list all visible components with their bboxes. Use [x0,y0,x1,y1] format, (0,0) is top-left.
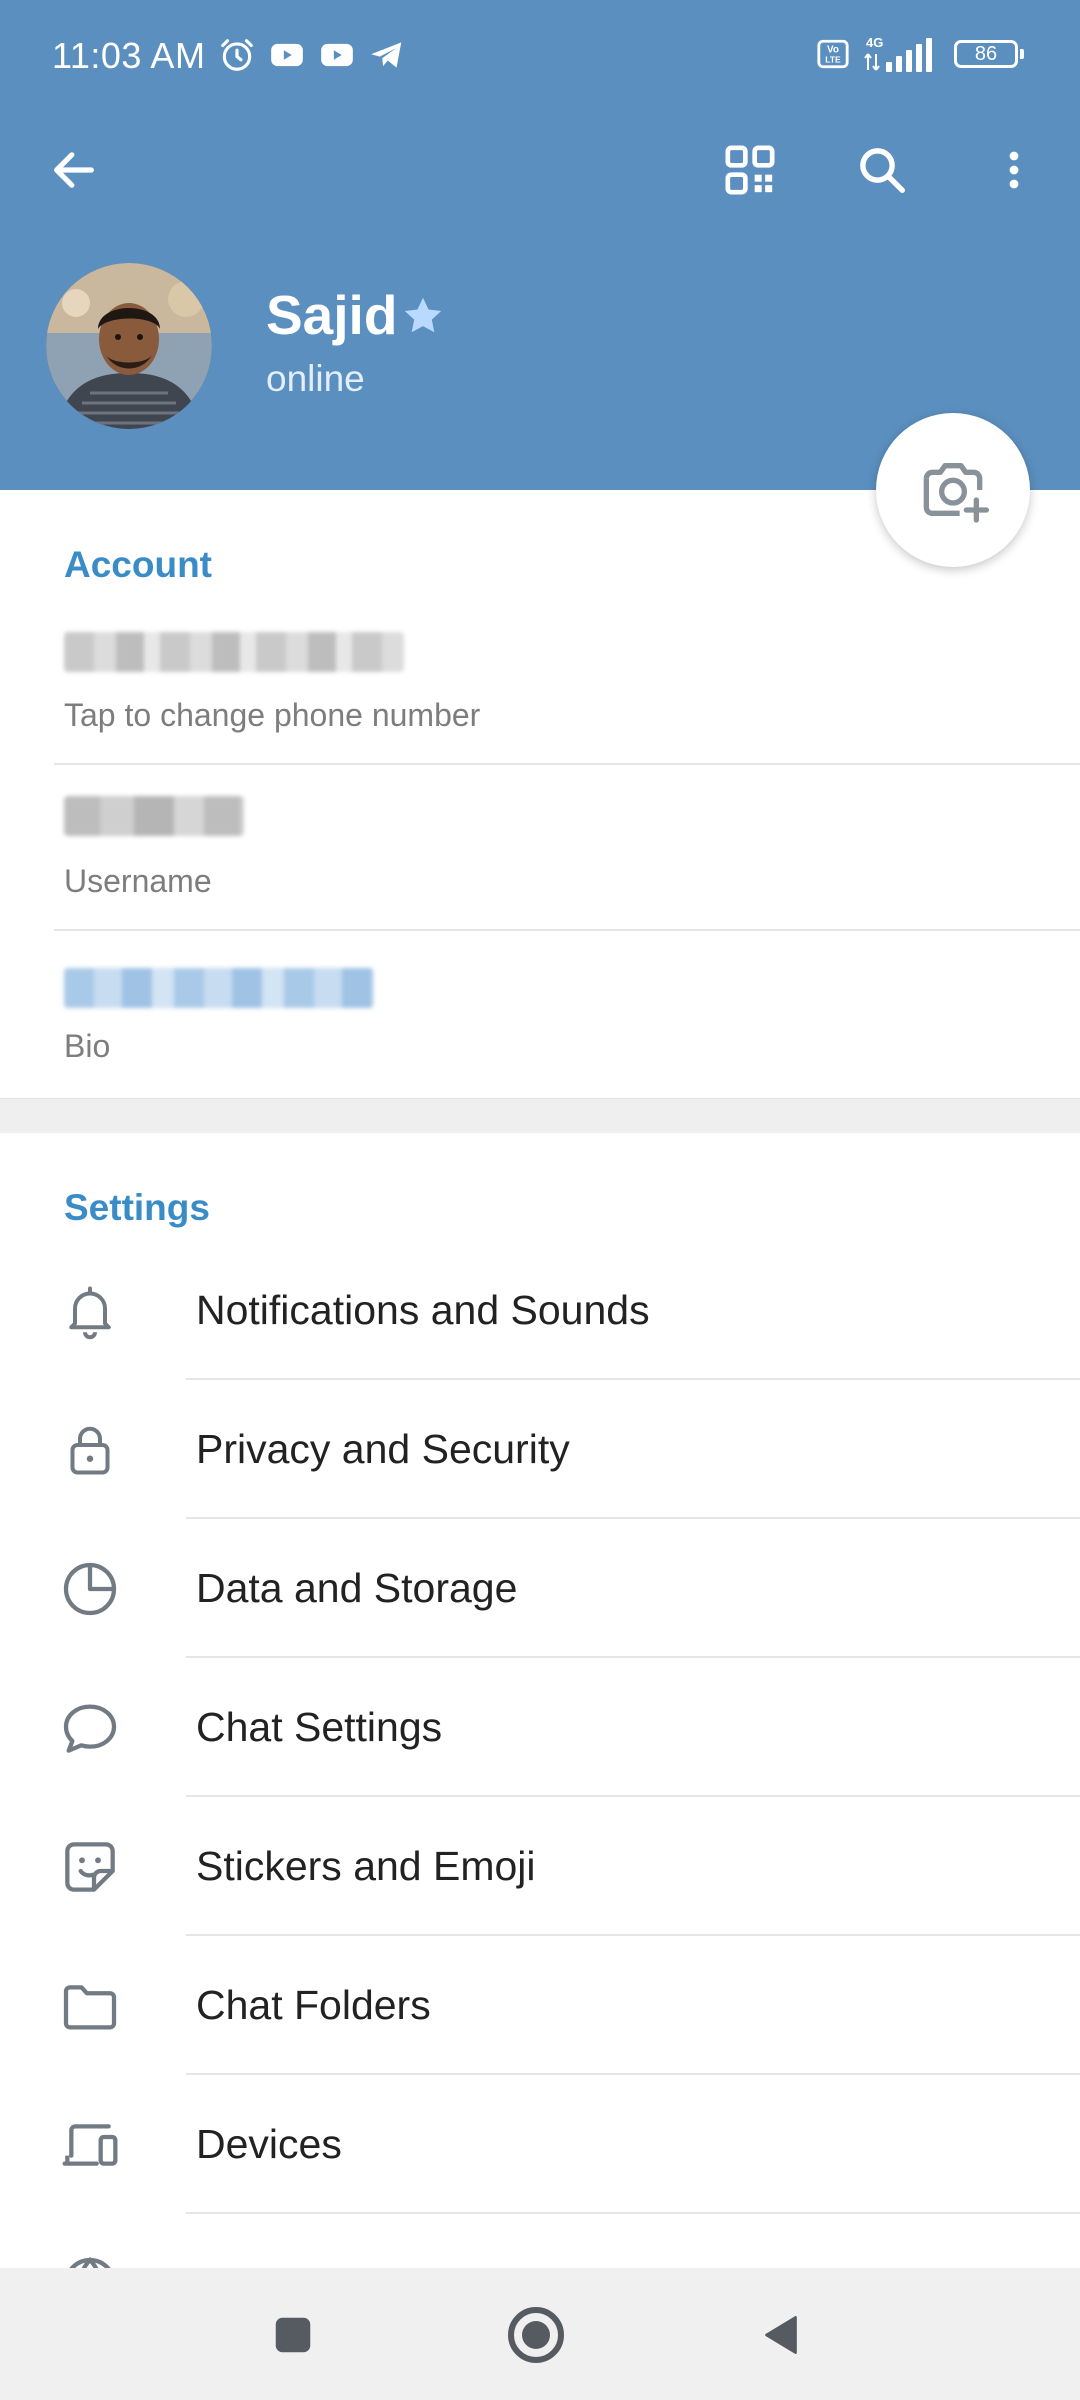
settings-item-label: Devices [196,2121,342,2167]
notification-icons [218,36,406,74]
settings-item-label: Stickers and Emoji [196,1843,536,1889]
settings-item-devices[interactable]: Devices [0,2075,1080,2214]
qr-code-button[interactable] [710,130,790,210]
battery-indicator: 86 [954,40,1024,68]
divider [54,929,1080,931]
account-section-title: Account [64,544,212,585]
phone-number-redacted [64,632,404,672]
profile-name: Sajid [266,284,398,346]
system-status-icons: Vo LTE 4G 86 [816,34,1024,74]
username-redacted [64,796,244,836]
camera-add-icon [923,463,989,523]
svg-text:LTE: LTE [825,55,841,65]
settings-item-data-storage[interactable]: Data and Storage [0,1519,1080,1658]
recents-button[interactable] [248,2290,338,2380]
bell-icon [58,1279,122,1343]
alarm-icon [221,39,253,71]
volte-icon: Vo LTE [817,39,849,69]
settings-item-notifications[interactable]: Notifications and Sounds [0,1241,1080,1380]
telegram-icon [371,42,402,68]
status-time: 11:03 AM [52,35,206,76]
online-status: online [266,358,365,399]
status-bar: 11:03 AM Vo LTE 4G 86 [0,0,1080,115]
settings-item-label: Data and Storage [196,1565,518,1611]
sticker-icon [58,1835,122,1899]
back-triangle-icon [765,2316,797,2354]
youtube-icon [321,43,353,67]
bio-redacted [64,968,374,1008]
devices-icon [58,2113,122,2177]
folder-icon [58,1974,122,2038]
section-separator [0,1098,1080,1133]
settings-item-label: Notifications and Sounds [196,1287,650,1333]
settings-item-privacy[interactable]: Privacy and Security [0,1380,1080,1519]
qr-code-icon [725,145,775,195]
system-back-button[interactable] [736,2290,826,2380]
settings-item-stickers[interactable]: Stickers and Emoji [0,1797,1080,1936]
network-type-label: 4G [866,35,883,50]
search-button[interactable] [842,130,922,210]
telegram-settings-screen: 11:03 AM Vo LTE 4G 86 Sajid online Accou… [0,0,1080,2400]
more-vertical-icon [1009,151,1019,189]
recents-square-icon [275,2317,311,2353]
4g-signal-icon: 4G [864,35,932,72]
lock-icon [58,1418,122,1482]
profile-photo [46,263,212,429]
home-circle-icon [508,2307,564,2363]
set-profile-photo-button[interactable] [876,413,1030,567]
divider [54,763,1080,765]
settings-item-chat-folders[interactable]: Chat Folders [0,1936,1080,2075]
username-caption: Username [64,863,212,899]
phone-number-caption: Tap to change phone number [64,697,481,733]
settings-item-label: Chat Folders [196,1982,431,2028]
bio-caption: Bio [64,1028,111,1064]
settings-section-title: Settings [64,1187,210,1228]
settings-item-chat-settings[interactable]: Chat Settings [0,1658,1080,1797]
system-navigation-bar [0,2268,1080,2400]
arrow-left-icon [54,152,94,188]
star-icon [404,297,442,333]
search-icon [860,148,905,193]
chat-bubble-icon [58,1696,122,1760]
pie-chart-icon [58,1557,122,1621]
settings-item-label: Privacy and Security [196,1426,570,1472]
more-options-button[interactable] [974,130,1054,210]
avatar[interactable] [46,263,212,429]
premium-star-badge[interactable] [400,293,446,344]
youtube-icon [271,43,303,67]
home-button[interactable] [491,2290,581,2380]
back-button[interactable] [34,130,114,210]
profile-header: 11:03 AM Vo LTE 4G 86 Sajid online [0,0,1080,490]
settings-item-label: Chat Settings [196,1704,443,1750]
